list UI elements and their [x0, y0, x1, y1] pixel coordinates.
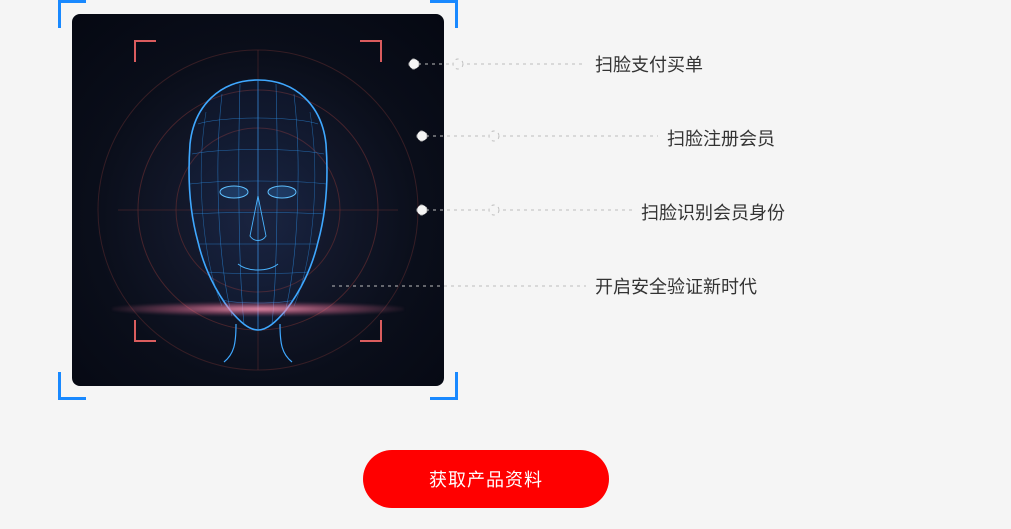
- feature-list: 扫脸支付买单 扫脸注册会员 扫脸识别会员身份 开启安全验证新时代: [595, 56, 785, 296]
- scan-corner-icon: [134, 40, 156, 62]
- face-scan-panel: [72, 14, 444, 386]
- face-wireframe-icon: [72, 14, 444, 386]
- scan-line-icon: [112, 302, 404, 316]
- scan-corner-icon: [360, 40, 382, 62]
- feature-item: 开启安全验证新时代: [595, 278, 785, 296]
- scan-corner-icon: [360, 320, 382, 342]
- feature-item: 扫脸注册会员: [667, 130, 785, 148]
- feature-item: 扫脸识别会员身份: [641, 204, 785, 222]
- get-materials-button[interactable]: 获取产品资料: [363, 450, 609, 508]
- face-scan-frame: [58, 0, 458, 400]
- scan-corner-icon: [134, 320, 156, 342]
- feature-item: 扫脸支付买单: [595, 56, 785, 74]
